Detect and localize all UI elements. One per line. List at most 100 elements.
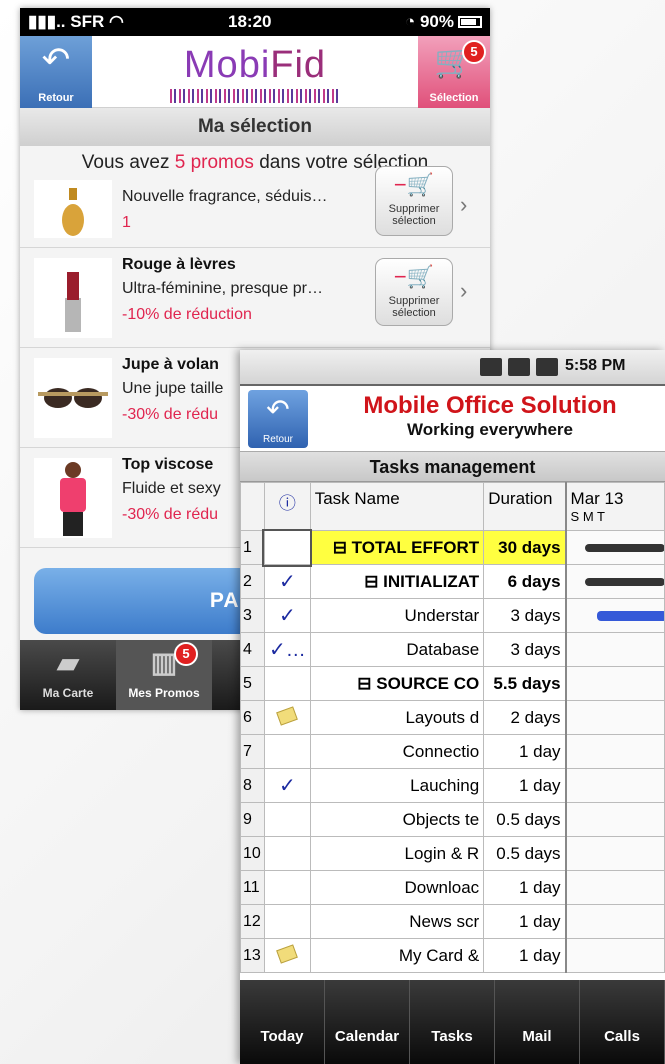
remove-selection-button[interactable]: −🛒 Supprimer sélection	[375, 166, 453, 236]
task-row[interactable]: 7 Connectio 1 day	[240, 734, 665, 769]
tab-mail[interactable]: Mail	[495, 980, 580, 1064]
carrier: ▮▮▮.. SFR ◠	[28, 12, 124, 31]
back-button[interactable]: ↶ Retour	[20, 36, 92, 108]
cart-remove-icon: −🛒	[393, 172, 435, 197]
task-name-cell: Understar	[309, 598, 485, 633]
gantt-cell	[564, 666, 665, 701]
row-number: 1	[240, 530, 265, 565]
task-row[interactable]: 12 News scr 1 day	[240, 904, 665, 939]
task-row[interactable]: 9 Objects te 0.5 days	[240, 802, 665, 837]
row-number: 5	[240, 666, 265, 701]
tasks-table: ⓘ Task Name Duration Mar 13 S M T 1 ⊟ TOT…	[240, 482, 665, 973]
status-cell	[263, 938, 311, 973]
task-name-cell: ⊟ INITIALIZAT	[309, 564, 485, 599]
info-icon[interactable]: ⓘ	[263, 482, 311, 531]
task-name-cell: Lauching	[309, 768, 485, 803]
gantt-cell	[564, 632, 665, 667]
duration-cell: 1 day	[483, 870, 567, 905]
task-row[interactable]: 4 ✓… Database 3 days	[240, 632, 665, 667]
status-bar: 5:58 PM	[240, 350, 665, 384]
task-name-cell: Layouts d	[309, 700, 485, 735]
tab-tasks[interactable]: Tasks	[410, 980, 495, 1064]
gantt-cell	[564, 598, 665, 633]
task-name-cell: Downloac	[309, 870, 485, 905]
tab-today[interactable]: Today	[240, 980, 325, 1064]
selection-button[interactable]: 🛒 5 Sélection	[418, 36, 490, 108]
task-row[interactable]: 5 ⊟ SOURCE CO 5.5 days	[240, 666, 665, 701]
note-icon	[276, 944, 299, 964]
task-row[interactable]: 2 ✓ ⊟ INITIALIZAT 6 days	[240, 564, 665, 599]
status-cell: ✓…	[263, 632, 311, 667]
gantt-cell	[564, 802, 665, 837]
duration-cell: 1 day	[483, 734, 567, 769]
chevron-right-icon[interactable]: ›	[460, 192, 467, 218]
header: ↶ Retour Mobile Office Solution Working …	[240, 384, 665, 452]
product-item[interactable]: Rouge à lèvres Ultra-féminine, presque p…	[20, 248, 490, 348]
lipstick-image	[34, 258, 112, 338]
3g-icon	[480, 358, 502, 376]
status-cell	[263, 904, 311, 939]
tab-bar: Today Calendar Tasks Mail Calls	[240, 980, 665, 1064]
row-number: 3	[240, 598, 265, 633]
duration-cell: 5.5 days	[483, 666, 567, 701]
top-image	[34, 458, 112, 538]
task-name-cell: Login & R	[309, 836, 485, 871]
duration-cell: 6 days	[483, 564, 567, 599]
back-button[interactable]: ↶ Retour	[248, 390, 308, 448]
task-row[interactable]: 6 Layouts d2 days	[240, 700, 665, 735]
status-cell	[263, 666, 311, 701]
gantt-cell	[564, 768, 665, 803]
gantt-cell	[564, 700, 665, 735]
duration-cell: 0.5 days	[483, 802, 567, 837]
battery-icon	[458, 16, 482, 28]
task-name-cell: Objects te	[309, 802, 485, 837]
checkmark-icon: ✓…	[268, 639, 306, 661]
note-icon	[276, 706, 299, 726]
tab-mes-promos[interactable]: ▥ 5 Mes Promos	[116, 640, 212, 710]
barcode-icon: ▥	[150, 647, 178, 678]
tab-calendar[interactable]: Calendar	[325, 980, 410, 1064]
tab-ma-carte[interactable]: ▰ Ma Carte	[20, 640, 116, 710]
duration-cell: 30 days	[483, 530, 567, 565]
cart-remove-icon: −🛒	[393, 264, 435, 289]
task-row[interactable]: 8 ✓ Lauching 1 day	[240, 768, 665, 803]
remove-selection-button[interactable]: −🛒 Supprimer sélection	[375, 258, 453, 326]
row-number: 2	[240, 564, 265, 599]
duration-cell: 1 day	[483, 768, 567, 803]
mobifid-logo: MobiFid	[170, 44, 340, 103]
duration-header[interactable]: Duration	[483, 482, 567, 531]
battery-icon	[536, 358, 558, 376]
task-name-header[interactable]: Task Name	[309, 482, 485, 531]
task-row[interactable]: 3 ✓ Understar 3 days	[240, 598, 665, 633]
task-row[interactable]: 11 Downloac 1 day	[240, 870, 665, 905]
task-name-cell: News scr	[309, 904, 485, 939]
status-cell: ✓	[263, 768, 311, 803]
chevron-right-icon[interactable]: ›	[460, 278, 467, 304]
gantt-task-bar	[596, 611, 664, 621]
gantt-cell	[564, 938, 665, 973]
status-cell	[263, 802, 311, 837]
promos-badge: 5	[174, 642, 198, 666]
gantt-cell	[564, 836, 665, 871]
perfume-image	[34, 180, 112, 238]
row-number: 10	[240, 836, 265, 871]
task-name-cell: My Card &	[309, 938, 485, 973]
status-bar: ▮▮▮.. SFR ◠ 18:20 ◔ 90%	[20, 8, 490, 36]
task-row[interactable]: 13 My Card & 1 day	[240, 938, 665, 973]
row-number: 6	[240, 700, 265, 735]
task-name-cell: Database	[309, 632, 485, 667]
task-row[interactable]: 1 ⊟ TOTAL EFFORT 30 days	[240, 528, 665, 567]
duration-cell: 1 day	[483, 904, 567, 939]
checkmark-icon: ✓	[278, 605, 296, 627]
row-number: 9	[240, 802, 265, 837]
tab-calls[interactable]: Calls	[580, 980, 665, 1064]
product-item[interactable]: Nouvelle fragrance, séduis… 1 −🛒 Supprim…	[20, 166, 490, 248]
gantt-summary-bar	[584, 578, 664, 586]
mobile-office-screen: 5:58 PM ↶ Retour Mobile Office Solution …	[240, 350, 665, 1064]
duration-cell: 3 days	[483, 632, 567, 667]
task-row[interactable]: 10 Login & R 0.5 days	[240, 836, 665, 871]
card-icon: ▰	[57, 647, 79, 678]
row-number-header	[240, 482, 265, 531]
row-number: 13	[240, 938, 265, 973]
task-name-cell: ⊟ SOURCE CO	[309, 666, 485, 701]
